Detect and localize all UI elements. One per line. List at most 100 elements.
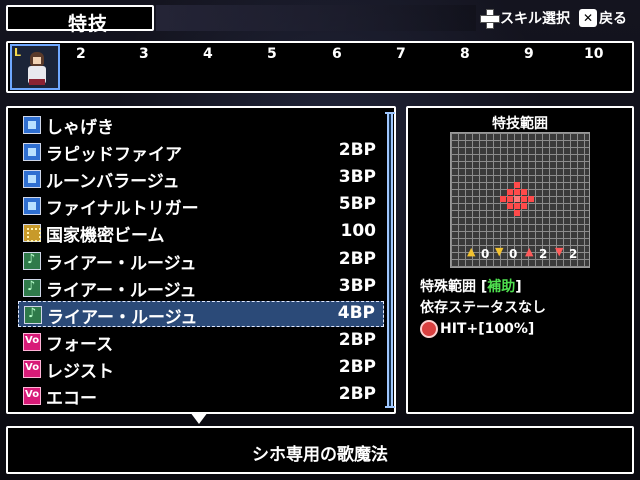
title-window: 特技 [6, 5, 154, 35]
skill-cost: 2BP [338, 357, 376, 377]
range-cell [528, 196, 534, 202]
skill-cost: 2BP [338, 384, 376, 404]
skill-row[interactable]: しゃげき [18, 112, 384, 138]
arrow-up-icon [525, 245, 537, 260]
skill-name: ファイナルトリガー [46, 199, 199, 219]
special-range-close: ] [515, 279, 522, 295]
page-title: 特技 [68, 13, 109, 35]
skill-row[interactable]: ファイナルトリガー 5BP [18, 193, 384, 219]
description-window: シホ専用の歌魔法 [6, 426, 634, 474]
skill-list: しゃげき ラピッドファイア 2BP ルーンバラージュ 3BP ファイナルトリガー… [6, 106, 396, 414]
stat-value: 0 [481, 247, 490, 261]
dpad-icon [480, 9, 500, 29]
skill-name: ライアー・ルージュ [46, 254, 197, 274]
skill-row[interactable]: ライアー・ルージュ 3BP [18, 275, 384, 301]
avatar-face [33, 57, 41, 64]
skill-name: ライアー・ルージュ [47, 308, 198, 328]
skill-cost: 3BP [338, 276, 376, 296]
range-panel: 特技範囲 0 0 2 2 特殊範囲 [補助] [406, 106, 634, 414]
party-slot-3[interactable]: 3 [139, 46, 149, 62]
party-slot-1[interactable]: L [10, 44, 60, 90]
skill-row[interactable]: ライアー・ルージュ 2BP [18, 248, 384, 274]
special-range-line: 特殊範囲 [補助] [420, 276, 522, 296]
dependency-line: 依存ステータスなし [420, 300, 546, 316]
party-slot-5[interactable]: 5 [267, 46, 277, 62]
stat-down-yellow: 0 [495, 245, 518, 261]
arrow-up-icon [467, 245, 479, 260]
skill-name: レジスト [46, 362, 114, 382]
skill-row[interactable]: エコー 2BP [18, 383, 384, 409]
party-slot-6[interactable]: 6 [332, 46, 342, 62]
arrow-down-icon [555, 245, 567, 260]
skill-name: 国家機密ビーム [46, 226, 165, 246]
range-cell [514, 189, 520, 195]
party-slot-2[interactable]: 2 [76, 46, 86, 62]
song-skill-icon [24, 306, 42, 324]
skill-name: ルーンバラージュ [46, 172, 180, 192]
range-cell [500, 196, 506, 202]
skill-name: しゃげき [46, 118, 114, 138]
song-skill-icon [23, 279, 41, 297]
special-range-label: 特殊範囲 [ [420, 279, 488, 295]
skill-row-selected[interactable]: ライアー・ルージュ 4BP [18, 301, 384, 328]
skill-cost: 2BP [338, 330, 376, 350]
hint-back[interactable]: ✕ 戻る [579, 8, 627, 28]
skill-cost: 100 [340, 221, 377, 241]
gun-skill-icon [23, 170, 41, 188]
range-cell [507, 203, 513, 209]
stat-up-red: 2 [525, 245, 548, 261]
range-grid: 0 0 2 2 [450, 132, 590, 268]
skill-row[interactable]: ラピッドファイア 2BP [18, 139, 384, 165]
range-cell [514, 210, 520, 216]
range-title: 特技範囲 [492, 116, 548, 132]
hit-value: HIT+[100%] [440, 321, 535, 337]
vocal-skill-icon [23, 387, 41, 405]
stat-value: 2 [539, 247, 548, 261]
skill-name: エコー [46, 389, 97, 409]
leader-badge: L [14, 46, 22, 59]
song-skill-icon [23, 252, 41, 270]
party-slot-4[interactable]: 4 [203, 46, 213, 62]
party-slot-10[interactable]: 10 [584, 46, 603, 62]
skill-row[interactable]: ルーンバラージュ 3BP [18, 166, 384, 192]
skill-name: ラピッドファイア [46, 145, 182, 165]
hint-skill-select: スキル選択 [480, 8, 570, 29]
scrollbar-bottom-cap [385, 406, 395, 408]
vocal-skill-icon [23, 333, 41, 351]
gun-skill-icon [23, 197, 41, 215]
party-slot-8[interactable]: 8 [460, 46, 470, 62]
skill-cost: 2BP [338, 249, 376, 269]
skill-cost: 3BP [338, 167, 376, 187]
avatar-skirt [29, 79, 45, 85]
skill-description: シホ専用の歌魔法 [252, 445, 388, 465]
range-cell [507, 189, 513, 195]
gun-skill-icon [23, 143, 41, 161]
target-icon [420, 320, 438, 338]
hint-back-label: 戻る [599, 11, 627, 27]
range-cell [514, 182, 520, 188]
skill-cost: 4BP [337, 303, 375, 323]
hit-line: HIT+[100%] [420, 320, 534, 338]
stat-up-yellow: 0 [467, 245, 490, 261]
party-slot-7[interactable]: 7 [396, 46, 406, 62]
vocal-skill-icon [23, 360, 41, 378]
skill-cost: 5BP [338, 194, 376, 214]
party-bar: L 2 3 4 5 6 7 8 9 10 [6, 41, 634, 93]
skill-cost: 2BP [338, 140, 376, 160]
scroll-down-arrow-icon[interactable] [190, 412, 208, 424]
skill-name: フォース [46, 335, 114, 355]
skill-row[interactable]: レジスト 2BP [18, 356, 384, 382]
stat-value: 2 [569, 247, 578, 261]
range-cell [521, 196, 527, 202]
title-strip [156, 5, 476, 31]
skill-row[interactable]: 国家機密ビーム 100 [18, 220, 384, 246]
skill-row[interactable]: フォース 2BP [18, 329, 384, 355]
stat-down-red: 2 [555, 245, 578, 261]
stat-value: 0 [509, 247, 518, 261]
party-slot-9[interactable]: 9 [524, 46, 534, 62]
gun-skill-icon [23, 116, 41, 134]
scrollbar[interactable] [387, 114, 393, 406]
range-cell [507, 196, 513, 202]
special-skill-icon [23, 224, 41, 242]
range-cell-center [514, 196, 520, 202]
